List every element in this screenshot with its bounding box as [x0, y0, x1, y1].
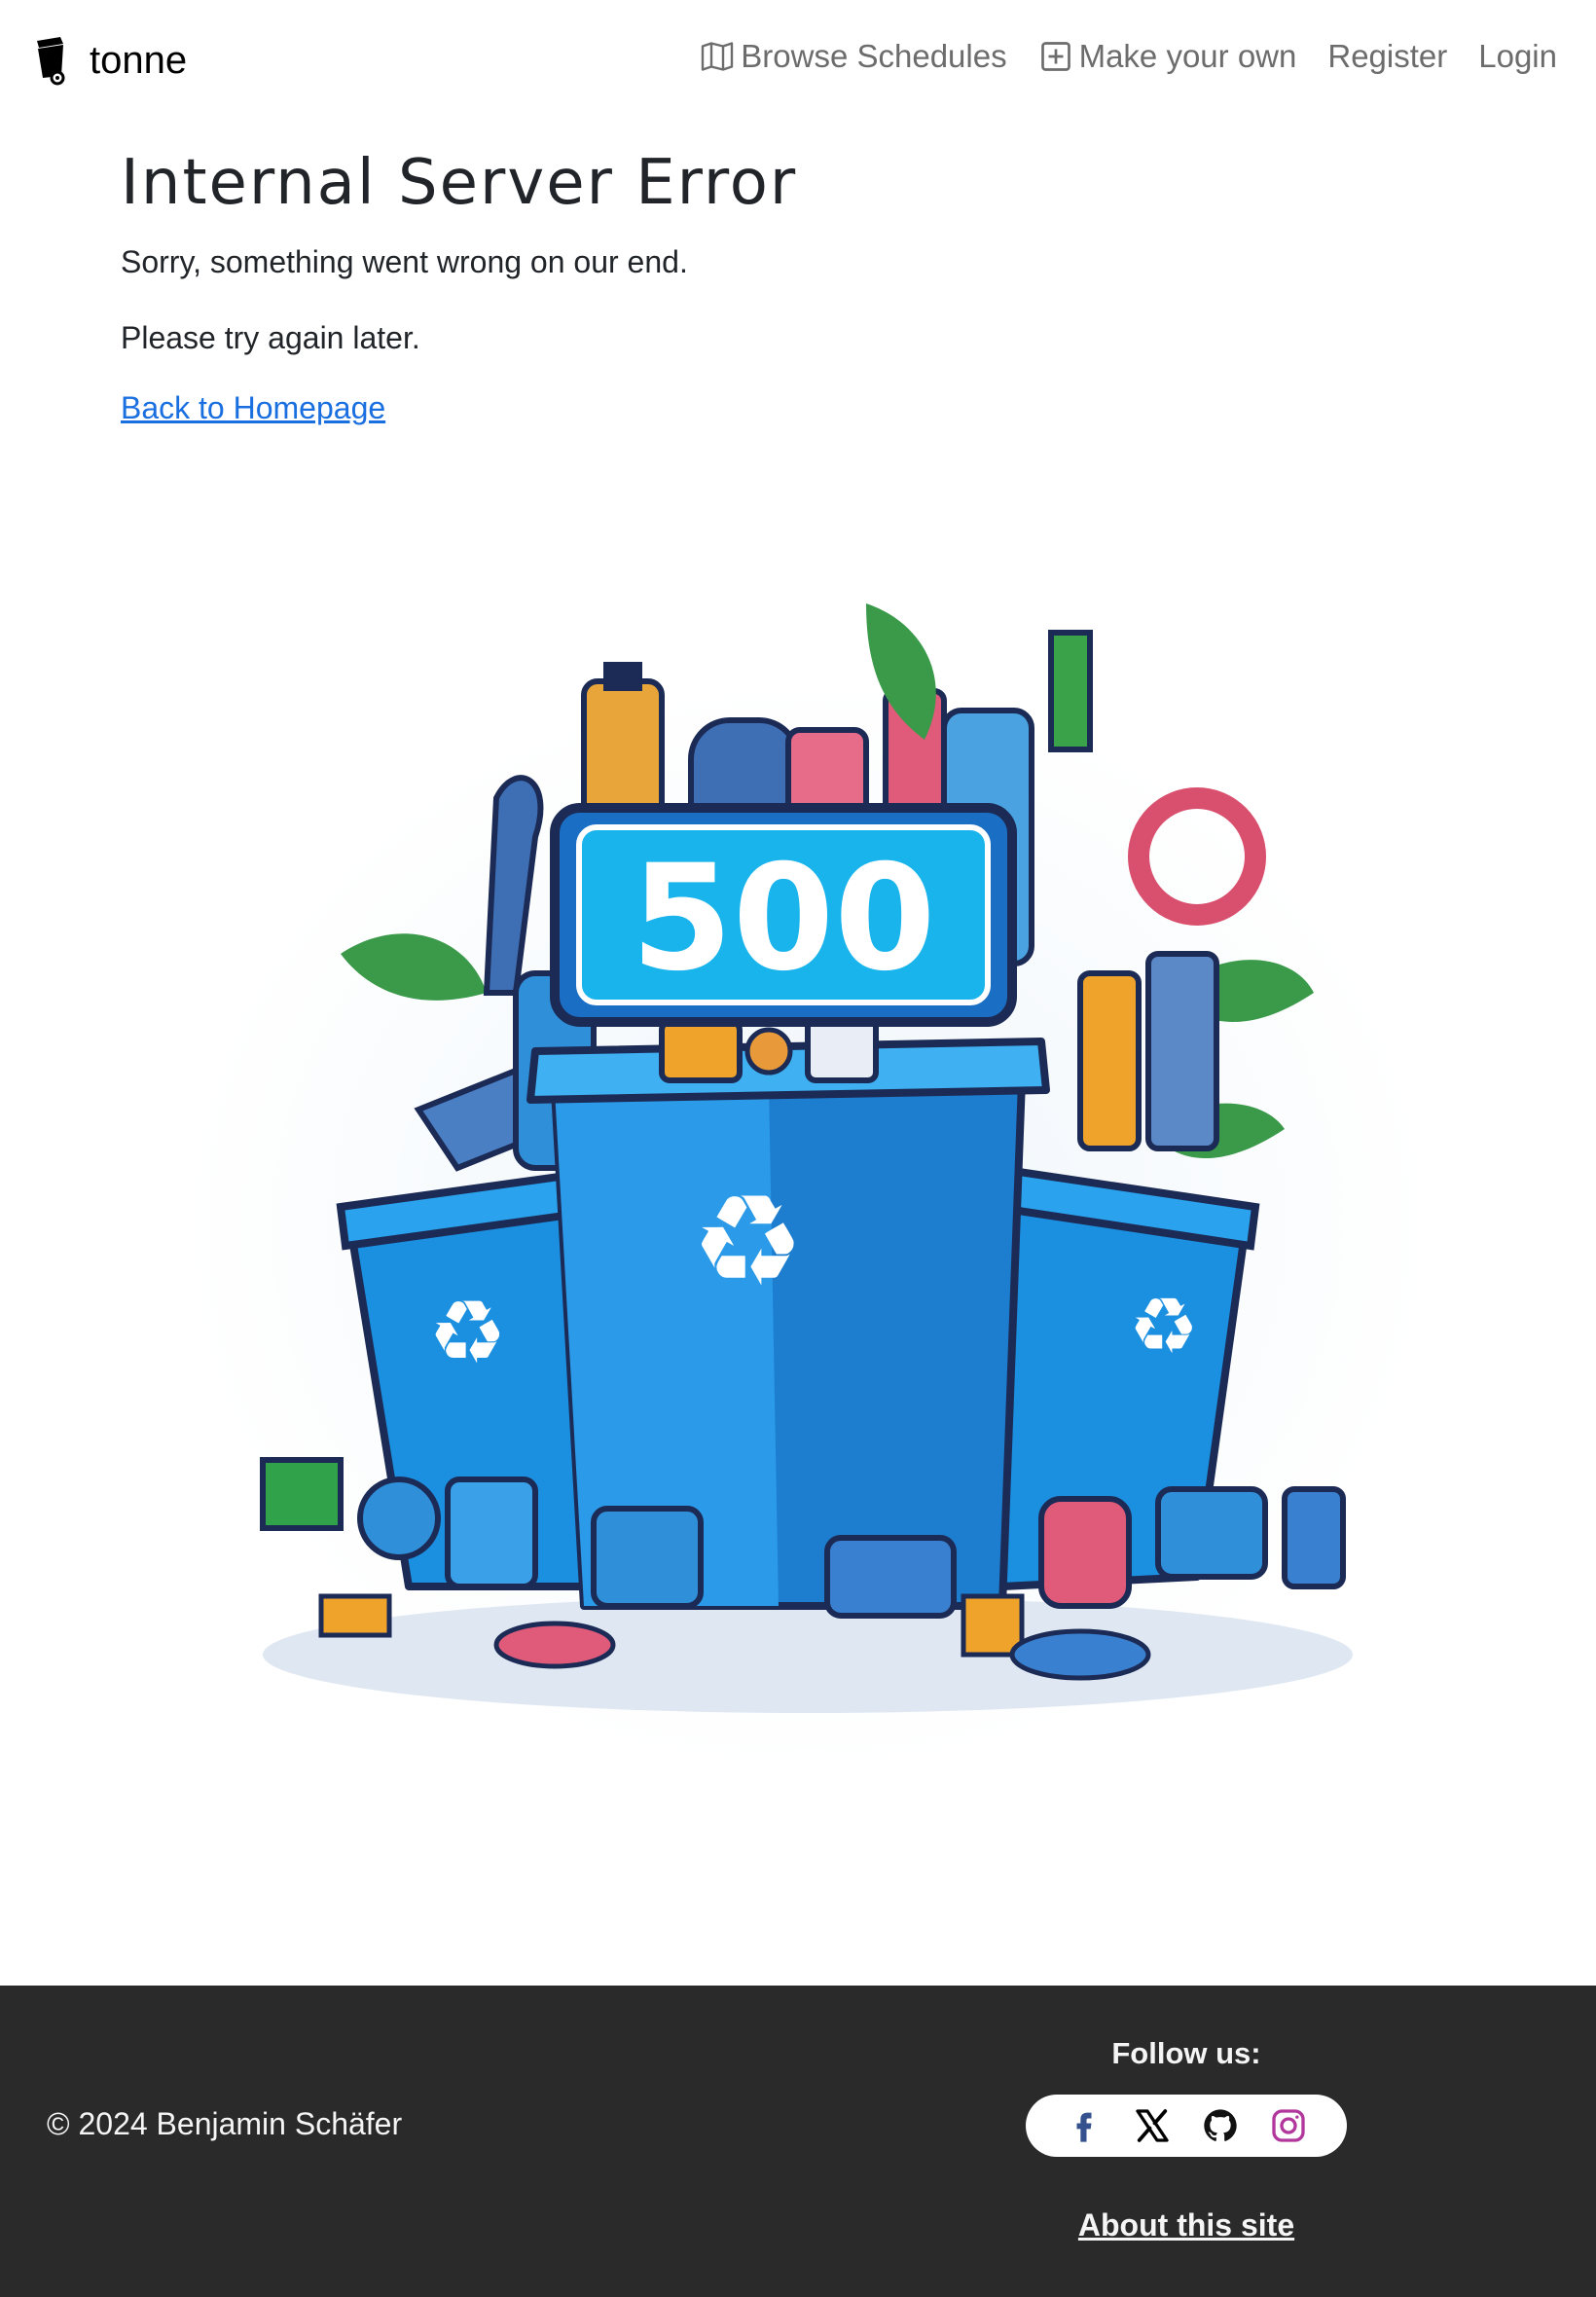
main-content: Internal Server Error Sorry, something w… — [121, 146, 1483, 426]
social-links — [1026, 2095, 1347, 2157]
svg-text:♻: ♻ — [1129, 1281, 1199, 1371]
page-title: Internal Server Error — [121, 147, 798, 219]
nav-register[interactable]: Register — [1327, 38, 1447, 75]
plus-square-icon — [1040, 42, 1070, 71]
overflowing-recycling-bins-image: ♻ ♻ ♻ 500 — [185, 603, 1431, 1771]
error-message: Sorry, something went wrong on our end. — [121, 243, 688, 279]
nav-browse-schedules[interactable]: Browse Schedules — [700, 38, 1007, 75]
copyright-text: © 2024 Benjamin Schäfer — [47, 2106, 403, 2141]
x-twitter-icon[interactable] — [1133, 2106, 1172, 2145]
nav-login[interactable]: Login — [1478, 38, 1557, 75]
nav-links: Browse Schedules Make your own Register … — [700, 38, 1557, 75]
brand-name: tonne — [90, 38, 188, 82]
nav-login-label: Login — [1478, 38, 1557, 74]
page: tonne Browse Schedules Make your own Reg… — [0, 0, 1596, 2297]
svg-text:♻: ♻ — [691, 1167, 805, 1315]
map-icon — [702, 42, 734, 71]
retry-message: Please try again later. — [121, 319, 420, 355]
trash-bin-icon — [37, 37, 65, 86]
facebook-icon[interactable] — [1065, 2106, 1104, 2145]
back-to-homepage-link[interactable]: Back to Homepage — [121, 390, 385, 426]
nav-make-label: Make your own — [1078, 38, 1297, 74]
svg-text:♻: ♻ — [428, 1282, 507, 1384]
github-icon[interactable] — [1201, 2106, 1240, 2145]
instagram-icon[interactable] — [1269, 2106, 1308, 2145]
about-this-site-link[interactable]: About this site — [1026, 2207, 1347, 2243]
footer: © 2024 Benjamin Schäfer Follow us: About… — [0, 1986, 1596, 2297]
error-500-illustration: ♻ ♻ ♻ 500 — [146, 487, 1469, 1810]
nav-make-your-own[interactable]: Make your own — [1038, 38, 1297, 75]
follow-us-heading: Follow us: — [1111, 2036, 1261, 2070]
nav-register-label: Register — [1327, 38, 1448, 74]
error-code-text: 500 — [631, 834, 935, 1003]
nav-browse-label: Browse Schedules — [741, 38, 1007, 74]
navbar: tonne Browse Schedules Make your own Reg… — [0, 0, 1596, 121]
brand-link[interactable]: tonne — [31, 35, 187, 86]
